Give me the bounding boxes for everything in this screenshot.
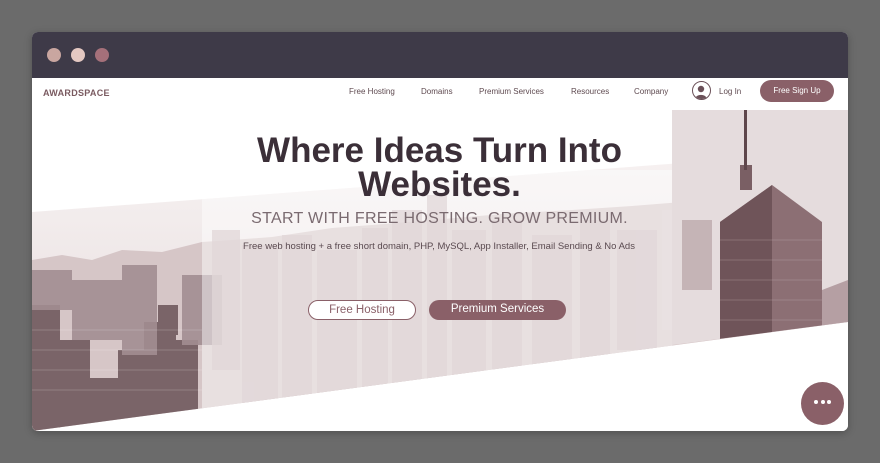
nav-link-premium-services[interactable]: Premium Services — [479, 87, 544, 96]
premium-services-button[interactable]: Premium Services — [429, 300, 566, 320]
login-link[interactable]: Log In — [719, 87, 741, 96]
window-close-dot[interactable] — [47, 48, 61, 62]
nav-link-free-hosting[interactable]: Free Hosting — [349, 87, 395, 96]
hero-subtitle: START WITH FREE HOSTING. GROW PREMIUM. — [251, 210, 628, 227]
nav-link-domains[interactable]: Domains — [421, 87, 453, 96]
user-avatar-icon[interactable] — [692, 81, 711, 100]
hero-headline-line1: Where Ideas Turn Into — [257, 131, 622, 170]
chat-dot-icon — [820, 400, 825, 404]
browser-window: AWARDSPACE Free Hosting Domains Premium … — [32, 32, 848, 431]
window-minimize-dot[interactable] — [71, 48, 85, 62]
site-navbar: AWARDSPACE Free Hosting Domains Premium … — [32, 78, 848, 110]
hero-description: Free web hosting + a free short domain, … — [243, 241, 635, 252]
nav-link-resources[interactable]: Resources — [571, 87, 609, 96]
free-signup-button[interactable]: Free Sign Up — [760, 80, 834, 102]
window-titlebar — [32, 32, 848, 78]
chat-dot-icon — [827, 400, 831, 404]
window-maximize-dot[interactable] — [95, 48, 109, 62]
chat-dot-icon — [814, 400, 818, 404]
site-logo[interactable]: AWARDSPACE — [43, 88, 110, 98]
hero-headline-line2: Websites. — [358, 165, 521, 204]
free-hosting-button[interactable]: Free Hosting — [308, 300, 416, 320]
hero-section: Where Ideas Turn Into Websites. START WI… — [32, 110, 848, 431]
nav-link-company[interactable]: Company — [634, 87, 668, 96]
chat-widget-button[interactable] — [801, 382, 844, 425]
